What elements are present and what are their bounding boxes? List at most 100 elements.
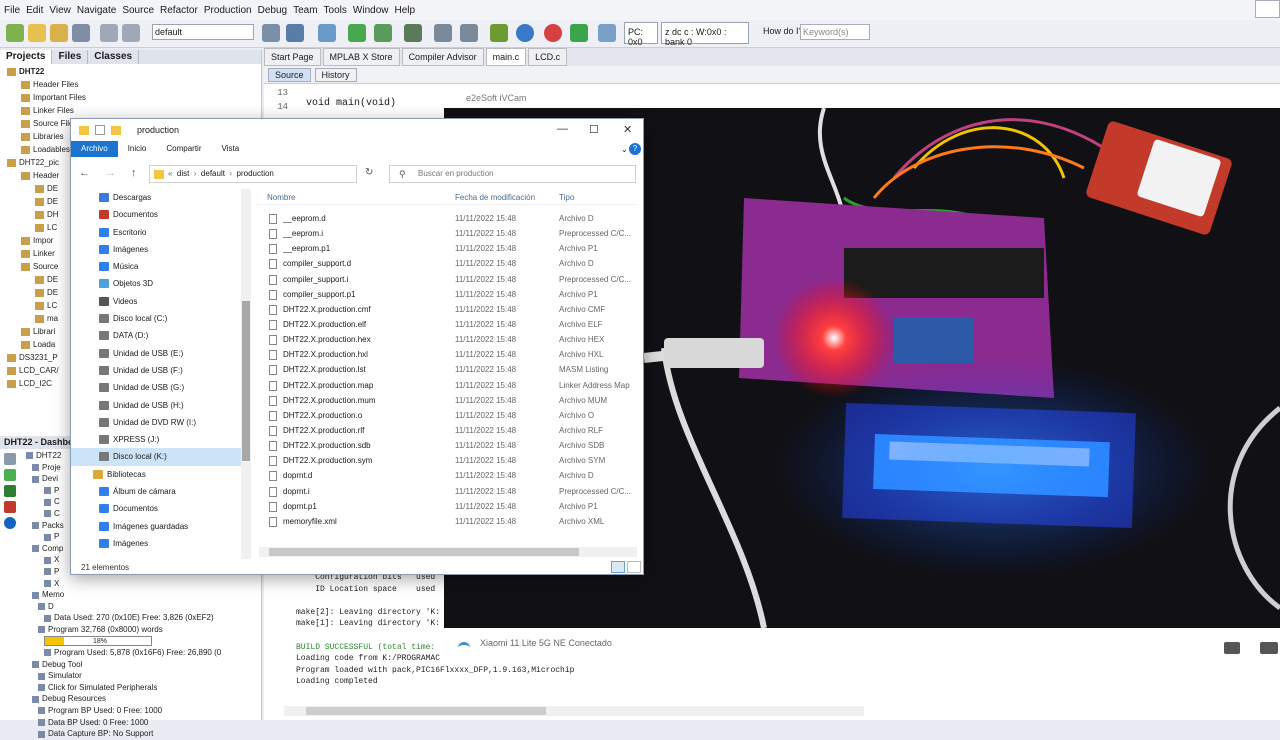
source-tab[interactable]: Source — [268, 67, 311, 82]
file-row[interactable]: doprnt.d 11/11/2022 15:48 Archivo D — [257, 468, 637, 483]
nav-item[interactable]: Unidad de USB (E:) — [71, 345, 251, 362]
debug-icon[interactable] — [374, 24, 392, 42]
ribbon-vista[interactable]: Vista — [212, 141, 250, 157]
redo-icon[interactable] — [122, 24, 140, 42]
dashboard-item[interactable]: Debug Resources — [20, 693, 242, 705]
dashboard-item[interactable]: Data BP Used: 0 Free: 1000 — [20, 717, 242, 729]
up-icon[interactable]: ↑ — [131, 167, 137, 179]
file-row[interactable]: DHT22.X.production.mum 11/11/2022 15:48 Ar… — [257, 393, 637, 408]
close-button[interactable]: ✕ — [623, 123, 632, 136]
properties-icon[interactable] — [95, 125, 105, 135]
file-row[interactable]: DHT22.X.production.hex 11/11/2022 15:48 Ar… — [257, 332, 637, 347]
menu-edit[interactable]: Edit — [26, 5, 43, 16]
dashboard-item[interactable]: Data Capture BP: No Support — [20, 728, 242, 740]
tree-item[interactable]: Important Files — [0, 91, 261, 104]
menu-debug[interactable]: Debug — [258, 5, 287, 16]
tab-files[interactable]: Files — [52, 50, 89, 64]
nav-item[interactable]: Imágenes — [71, 535, 251, 552]
menu-file[interactable]: File — [4, 5, 20, 16]
file-row[interactable]: DHT22.X.production.sdb 11/11/2022 15:48 Ar… — [257, 438, 637, 453]
address-bar[interactable]: « dist › default › production — [149, 165, 357, 183]
editor-tab[interactable]: MPLAB X Store — [322, 48, 400, 66]
nav-item[interactable]: XPRESS (J:) — [71, 431, 251, 448]
nav-item[interactable]: Unidad de USB (F:) — [71, 362, 251, 379]
dashboard-item[interactable]: Click for Simulated Peripherals — [20, 682, 242, 694]
menu-team[interactable]: Team — [293, 5, 317, 16]
nav-item[interactable]: Objetos 3D — [71, 275, 251, 292]
col-date[interactable]: Fecha de modificación — [455, 193, 535, 202]
dashboard-item[interactable]: Debug Tool — [20, 659, 242, 671]
breadcrumb-dist[interactable]: dist — [177, 169, 189, 178]
dashboard-item[interactable]: Program 32,768 (0x8000) words — [20, 624, 242, 636]
ribbon-archivo[interactable]: Archivo — [71, 141, 118, 157]
history-tab[interactable]: History — [314, 67, 357, 82]
back-icon[interactable]: ← — [79, 167, 90, 179]
dashboard-item[interactable]: Data Used: 270 (0x10E) Free: 3,826 (0xEF… — [20, 612, 242, 624]
menu-tools[interactable]: Tools — [324, 5, 347, 16]
new-file-icon[interactable] — [28, 24, 46, 42]
nav-item[interactable]: Documentos — [71, 206, 251, 223]
menu-navigate[interactable]: Navigate — [77, 5, 116, 16]
nav-item[interactable]: Unidad de DVD RW (I:) — [71, 414, 251, 431]
new-folder-icon[interactable] — [111, 125, 121, 135]
file-row[interactable]: compiler_support.p1 11/11/2022 15:48 Archi… — [257, 287, 637, 302]
file-row[interactable]: doprnt.p1 11/11/2022 15:48 Archivo P1 — [257, 499, 637, 514]
search-input[interactable]: Buscar en production — [389, 165, 636, 183]
file-row[interactable]: DHT22.X.production.elf 11/11/2022 15:48 Ar… — [257, 317, 637, 332]
nav-item[interactable]: Imágenes guardadas — [71, 518, 251, 535]
menu-refactor[interactable]: Refactor — [160, 5, 198, 16]
clean-build-icon[interactable] — [318, 24, 336, 42]
menu-view[interactable]: View — [49, 5, 71, 16]
editor-tab[interactable]: Start Page — [264, 48, 321, 66]
nav-item[interactable]: Música — [71, 258, 251, 275]
read-device-icon[interactable] — [434, 24, 452, 42]
menu-production[interactable]: Production — [204, 5, 252, 16]
nav-item[interactable]: Disco local (C:) — [71, 310, 251, 327]
editor-tab[interactable]: Compiler Advisor — [401, 48, 484, 66]
file-row[interactable]: compiler_support.i 11/11/2022 15:48 Prepro… — [257, 272, 637, 287]
output-scrollbar[interactable] — [284, 706, 864, 716]
file-row[interactable]: DHT22.X.production.o 11/11/2022 15:48 Arch… — [257, 408, 637, 423]
nav-item[interactable]: Escritorio — [71, 224, 251, 241]
file-row[interactable]: DHT22.X.production.sym 11/11/2022 15:48 Ar… — [257, 453, 637, 468]
details-view-icon[interactable] — [611, 561, 625, 573]
record-icon[interactable] — [1260, 642, 1278, 654]
col-name[interactable]: Nombre — [267, 193, 295, 202]
file-row[interactable]: DHT22.X.production.hxl 11/11/2022 15:48 Ar… — [257, 347, 637, 362]
tree-item[interactable]: DHT22 — [0, 65, 261, 78]
keyword-search-input[interactable]: Keyword(s) — [800, 24, 870, 40]
minimize-button[interactable]: — — [557, 123, 568, 135]
file-row[interactable]: doprnt.i 11/11/2022 15:48 Preprocessed C/C… — [257, 484, 637, 499]
file-row[interactable]: DHT22.X.production.map 11/11/2022 15:48 Li… — [257, 378, 637, 393]
nav-item[interactable]: Unidad de USB (H:) — [71, 397, 251, 414]
open-project-icon[interactable] — [50, 24, 68, 42]
file-row[interactable]: __eeprom.p1 11/11/2022 15:48 Archivo P1 — [257, 241, 637, 256]
dashboard-item[interactable]: Program Used: 5,878 (0x16F6) Free: 26,89… — [20, 647, 242, 659]
dashboard-item[interactable]: Memo — [20, 589, 242, 601]
config-select[interactable]: default — [152, 24, 254, 40]
file-scrollbar[interactable] — [259, 547, 637, 557]
nav-item[interactable]: Álbum de cámara — [71, 483, 251, 500]
mcc-icon[interactable] — [516, 24, 534, 42]
file-row[interactable]: DHT22.X.production.rlf 11/11/2022 15:48 Ar… — [257, 423, 637, 438]
help-icon[interactable] — [4, 517, 16, 529]
menu-help[interactable]: Help — [394, 5, 415, 16]
hold-reset-icon[interactable] — [460, 24, 478, 42]
ribbon-expand-icon[interactable]: ⌄ — [621, 145, 628, 154]
dv-icon[interactable] — [490, 24, 508, 42]
tiles-view-icon[interactable] — [627, 561, 641, 573]
menu-source[interactable]: Source — [122, 5, 154, 16]
nav-item[interactable]: Descargas — [71, 189, 251, 206]
nav-item[interactable]: Bibliotecas — [71, 466, 251, 483]
green-icon[interactable] — [4, 469, 16, 481]
set-config-icon[interactable] — [262, 24, 280, 42]
ribbon-compartir[interactable]: Compartir — [156, 141, 211, 157]
tab-projects[interactable]: Projects — [0, 50, 53, 64]
file-row[interactable]: __eeprom.d 11/11/2022 15:48 Archivo D — [257, 211, 637, 226]
stop-icon[interactable] — [4, 501, 16, 513]
dashboard-item[interactable]: D — [20, 601, 242, 613]
undo-icon[interactable] — [100, 24, 118, 42]
download-icon[interactable] — [598, 24, 616, 42]
tree-item[interactable]: Header Files — [0, 78, 261, 91]
help-icon[interactable]: ? — [629, 143, 641, 155]
